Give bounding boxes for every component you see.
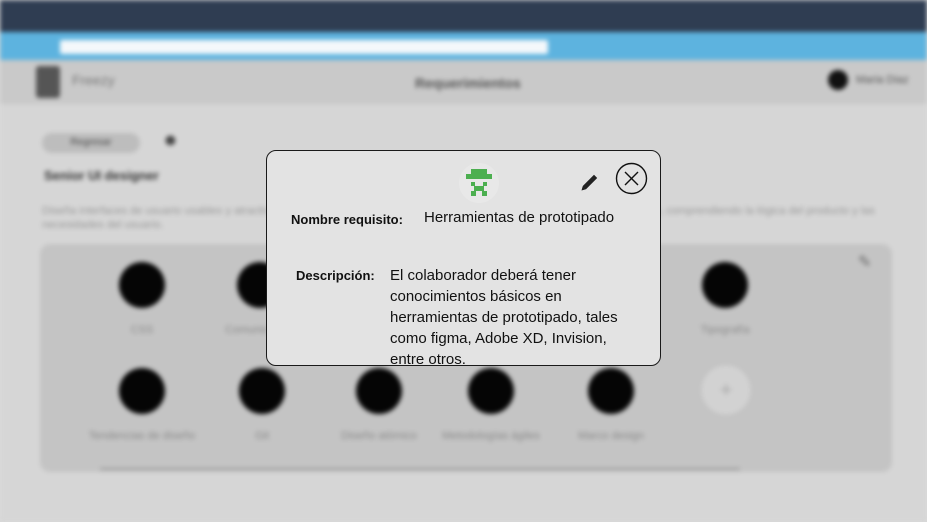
skill-item[interactable]: Tipografía bbox=[670, 262, 780, 338]
skill-item[interactable]: Diseño atómico bbox=[324, 368, 434, 444]
page-title: Requerimientos bbox=[415, 75, 521, 91]
skill-item[interactable]: Metodologías ágiles bbox=[436, 368, 546, 444]
requirement-description-value: El colaborador deberá tener conocimiento… bbox=[390, 267, 618, 368]
skill-icon bbox=[119, 368, 165, 414]
user-avatar[interactable] bbox=[828, 70, 848, 90]
pencil-icon[interactable] bbox=[578, 170, 602, 194]
requirement-name-value: Herramientas de prototipado bbox=[424, 209, 615, 226]
skill-label: CSS bbox=[130, 324, 154, 336]
skill-icon bbox=[702, 262, 748, 308]
skill-icon bbox=[239, 368, 285, 414]
skill-item[interactable]: Tendencias de diseño bbox=[87, 368, 197, 444]
panel-divider bbox=[100, 468, 740, 470]
skill-label: Diseño atómico bbox=[341, 430, 417, 442]
window-title-bar bbox=[0, 0, 927, 32]
app-name: Freezy bbox=[72, 72, 115, 88]
panel-edit-icon[interactable]: ✎ bbox=[858, 252, 871, 272]
skill-icon bbox=[119, 262, 165, 308]
skill-label: Tipografía bbox=[700, 324, 750, 336]
skill-item[interactable]: CSS bbox=[87, 262, 197, 338]
requirement-modal: Nombre requisito: Herramientas de protot… bbox=[266, 150, 661, 368]
app-logo-icon bbox=[36, 66, 60, 98]
user-name[interactable]: Maria Diaz bbox=[856, 74, 909, 86]
skill-label: Marco design bbox=[577, 430, 645, 442]
skill-icon bbox=[588, 368, 634, 414]
skill-label: Tendencias de diseño bbox=[88, 430, 196, 442]
add-skill-button[interactable]: + bbox=[700, 364, 752, 416]
pixel-avatar-icon bbox=[459, 163, 499, 203]
skill-icon bbox=[468, 368, 514, 414]
requirement-description-label: Descripción: bbox=[296, 268, 375, 283]
requirement-name-label: Nombre requisito: bbox=[291, 212, 403, 227]
skill-icon bbox=[356, 368, 402, 414]
back-button[interactable]: Regresar bbox=[42, 133, 140, 153]
skill-item[interactable]: Marco design bbox=[556, 368, 666, 444]
skill-item[interactable]: Git bbox=[207, 368, 317, 444]
close-circle-icon[interactable] bbox=[615, 162, 648, 195]
role-title: Senior UI designer bbox=[44, 168, 159, 183]
people-icon[interactable]: ☻ bbox=[162, 132, 184, 154]
address-bar[interactable] bbox=[60, 40, 548, 54]
skill-label: Metodologías ágiles bbox=[442, 430, 540, 442]
skill-label: Git bbox=[254, 430, 270, 442]
